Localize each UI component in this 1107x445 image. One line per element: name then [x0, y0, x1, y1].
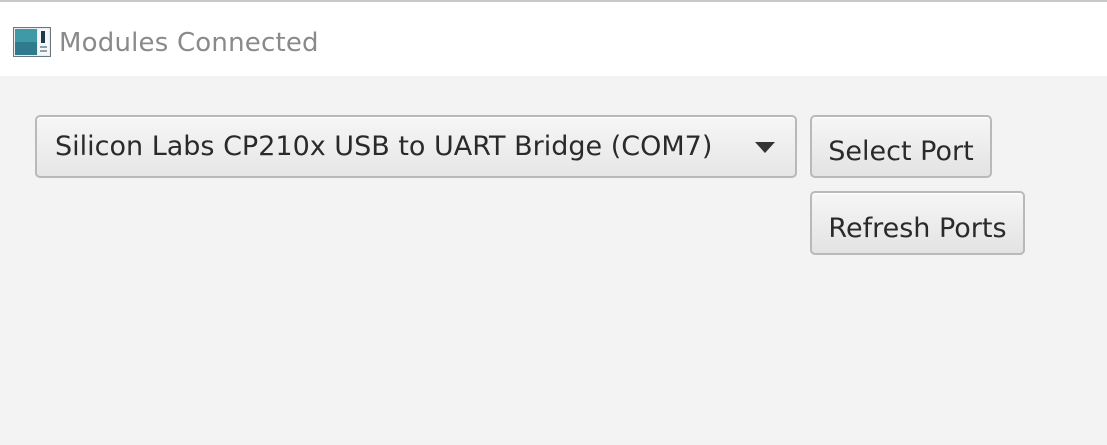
select-port-button[interactable]: Select Port: [810, 115, 992, 178]
chevron-down-icon[interactable]: [755, 142, 775, 153]
main-content: Silicon Labs CP210x USB to UART Bridge (…: [0, 76, 1107, 445]
window-title: Modules Connected: [59, 28, 319, 58]
app-window: Modules Connected Silicon Labs CP210x US…: [0, 0, 1107, 445]
port-select-dropdown[interactable]: Silicon Labs CP210x USB to UART Bridge (…: [35, 115, 797, 178]
port-select-value: Silicon Labs CP210x USB to UART Bridge (…: [55, 131, 713, 162]
refresh-ports-button[interactable]: Refresh Ports: [810, 191, 1025, 255]
title-bar: Modules Connected: [0, 6, 1107, 76]
app-window-icon: [13, 27, 51, 57]
